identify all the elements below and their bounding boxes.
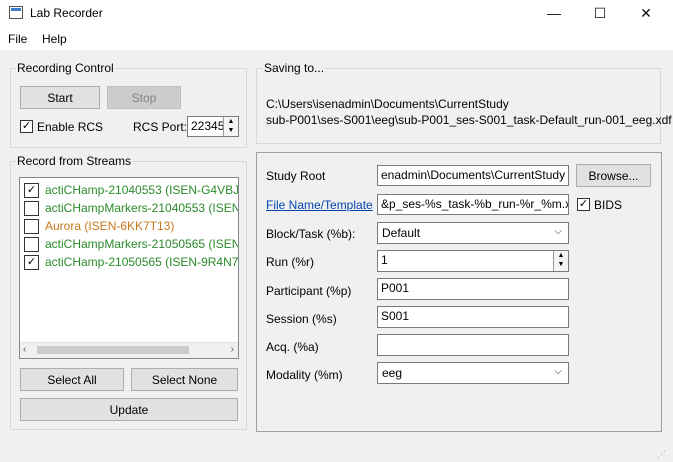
stream-checkbox[interactable] <box>24 236 39 252</box>
run-spinbox[interactable]: 1 ▲ ▼ <box>377 250 569 272</box>
stream-checkbox[interactable]: ✓ <box>24 254 39 270</box>
acq-label: Acq. (%a) <box>266 340 319 354</box>
stream-label: actiCHampMarkers-21050565 (ISEN-9R4N7X2) <box>45 237 239 251</box>
menu-bar <box>0 28 673 50</box>
modality-combo[interactable]: eeg ⌵ <box>377 362 569 384</box>
session-input[interactable]: S001 <box>377 306 569 328</box>
list-item[interactable]: actiCHampMarkers-21050565 (ISEN-9R4N7X2) <box>24 235 239 253</box>
streams-list[interactable]: ✓ actiCHamp-21040553 (ISEN-G4VBJV2) acti… <box>19 177 239 359</box>
stream-checkbox[interactable] <box>24 218 39 234</box>
block-task-value: Default <box>382 226 421 240</box>
participant-label: Participant (%p) <box>266 284 352 298</box>
stream-checkbox[interactable] <box>24 200 39 216</box>
menu-file[interactable]: File <box>8 32 27 46</box>
spin-arrows-icon[interactable]: ▲ ▼ <box>553 251 568 271</box>
block-task-label: Block/Task (%b): <box>266 227 356 241</box>
bids-label: BIDS <box>594 198 623 212</box>
chevron-down-icon: ⌵ <box>554 226 562 237</box>
modality-value: eeg <box>382 366 403 380</box>
recording-control-title: Recording Control <box>16 61 115 75</box>
update-button[interactable]: Update <box>20 398 238 421</box>
streams-title: Record from Streams <box>16 154 133 168</box>
list-item[interactable]: actiCHampMarkers-21040553 (ISEN-G4VBJV2) <box>24 199 239 217</box>
scroll-right-icon[interactable]: › <box>231 344 234 355</box>
maximize-button[interactable]: ☐ <box>577 0 623 28</box>
saving-path-line2: sub-P001\ses-S001\eeg\sub-P001_ses-S001_… <box>266 113 672 127</box>
saving-title: Saving to... <box>263 61 326 75</box>
select-all-button[interactable]: Select All <box>20 368 124 391</box>
enable-rcs-checkbox[interactable]: ✓ <box>20 120 33 133</box>
acq-input[interactable] <box>377 334 569 356</box>
stream-label: Aurora (ISEN-6KK7T13) <box>45 219 175 233</box>
resize-grip-icon[interactable]: ⋰ <box>657 449 666 460</box>
run-label: Run (%r) <box>266 255 315 269</box>
app-icon <box>9 6 23 19</box>
enable-rcs-label: Enable RCS <box>37 120 104 134</box>
stop-button[interactable]: Stop <box>107 86 181 109</box>
minimize-button[interactable]: — <box>531 0 577 28</box>
stream-checkbox[interactable]: ✓ <box>24 182 39 198</box>
list-item[interactable]: Aurora (ISEN-6KK7T13) <box>24 217 238 235</box>
chevron-down-icon: ⌵ <box>554 366 562 377</box>
filename-template-link[interactable]: File Name/Template <box>266 198 373 212</box>
saving-path-line1: C:\Users\isenadmin\Documents\CurrentStud… <box>266 97 509 111</box>
window-title: Lab Recorder <box>30 6 103 20</box>
select-none-button[interactable]: Select None <box>131 368 238 391</box>
list-item[interactable]: ✓ actiCHamp-21050565 (ISEN-9R4N7X2) <box>24 253 239 271</box>
stream-label: actiCHampMarkers-21040553 (ISEN-G4VBJV2) <box>45 201 239 215</box>
scrollbar-thumb[interactable] <box>37 346 189 354</box>
bids-checkbox[interactable]: ✓ <box>577 198 590 211</box>
session-label: Session (%s) <box>266 312 337 326</box>
rcs-port-value: 22345 <box>191 119 225 133</box>
browse-button[interactable]: Browse... <box>576 164 651 187</box>
stream-label: actiCHamp-21040553 (ISEN-G4VBJV2) <box>45 183 239 197</box>
block-task-combo[interactable]: Default ⌵ <box>377 222 569 244</box>
list-item[interactable]: ✓ actiCHamp-21040553 (ISEN-G4VBJV2) <box>24 181 239 199</box>
filename-template-input[interactable]: &p_ses-%s_task-%b_run-%r_%m.xdf <box>377 194 569 215</box>
rcs-port-spinbox[interactable]: 22345 ▲ ▼ <box>187 116 239 137</box>
spin-arrows-icon[interactable]: ▲ ▼ <box>223 117 238 136</box>
modality-label: Modality (%m) <box>266 368 343 382</box>
run-value: 1 <box>381 253 388 267</box>
study-root-input[interactable]: enadmin\Documents\CurrentStudy <box>377 165 569 186</box>
start-button[interactable]: Start <box>20 86 100 109</box>
study-root-label: Study Root <box>266 169 326 183</box>
menu-help[interactable]: Help <box>42 32 67 46</box>
scroll-left-icon[interactable]: ‹ <box>23 344 26 355</box>
close-button[interactable]: ✕ <box>623 0 669 28</box>
stream-label: actiCHamp-21050565 (ISEN-9R4N7X2) <box>45 255 239 269</box>
participant-input[interactable]: P001 <box>377 278 569 300</box>
rcs-port-label: RCS Port: <box>133 120 188 134</box>
horizontal-scrollbar[interactable]: ‹ › <box>20 342 238 358</box>
filename-template-label[interactable]: File Name/Template <box>266 198 373 212</box>
